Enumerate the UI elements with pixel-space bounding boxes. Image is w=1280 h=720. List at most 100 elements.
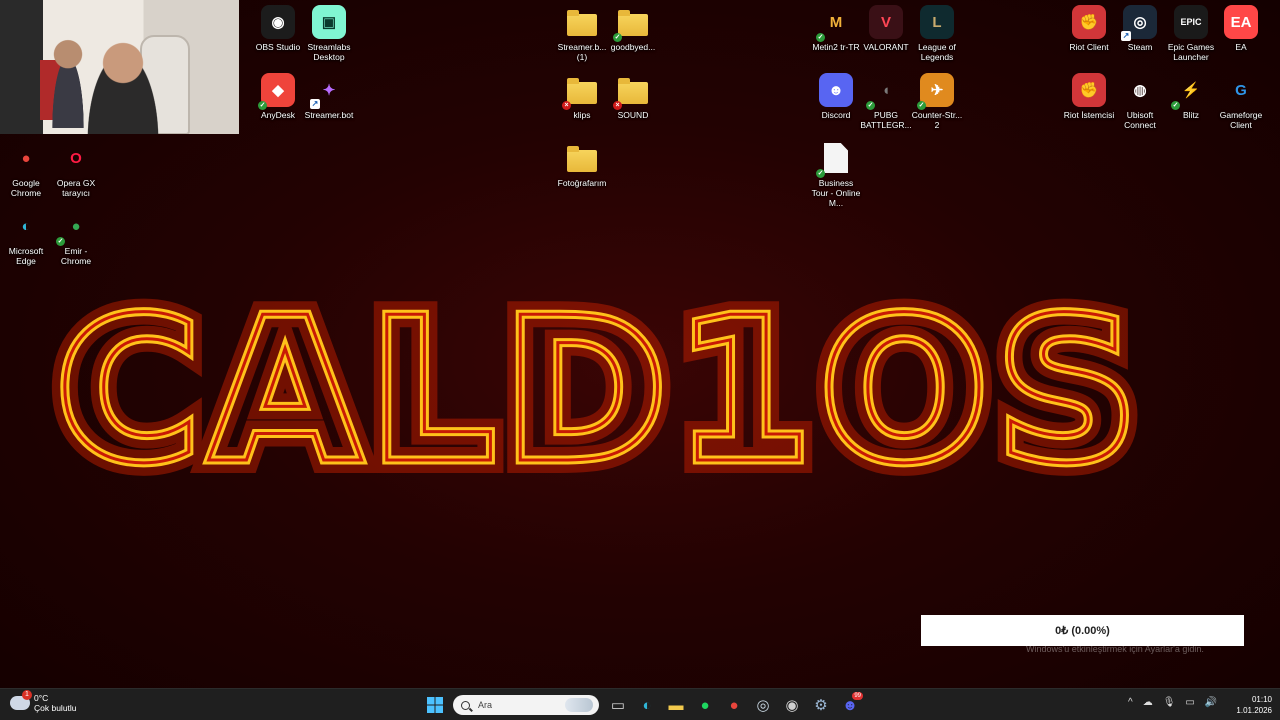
desktop-icon-operagx[interactable]: O Opera GX tarayıcı bbox=[50, 141, 102, 199]
desktop-icon-label: Emir - Chrome bbox=[60, 246, 92, 266]
taskbar-edge-button[interactable]: ◐ bbox=[636, 694, 658, 716]
obs-icon: ◉ bbox=[785, 697, 799, 714]
desktop-icon-label: Business Tour - Online M... bbox=[811, 178, 861, 208]
desktop-icon-steam[interactable]: ◎Steam bbox=[1114, 5, 1166, 52]
windows-logo-icon bbox=[427, 697, 443, 713]
sync-ok-icon: ✓ bbox=[816, 33, 825, 42]
desktop-icon-label: Microsoft Edge bbox=[8, 246, 44, 266]
taskbar-file-explorer-button[interactable]: ▬ bbox=[665, 694, 687, 716]
weather-condition: Çok bulutlu bbox=[34, 703, 77, 713]
desktop-icon-discord[interactable]: ☻ Discord bbox=[810, 73, 862, 120]
desktop-icon-goodbyed[interactable]: ✓ goodbyed... bbox=[607, 5, 659, 52]
desktop-icon-label: Discord bbox=[821, 110, 851, 120]
desktop-icon-metin2[interactable]: M ✓ Metin2 tr-TR bbox=[810, 5, 862, 53]
edge-icon: ◐ bbox=[642, 696, 652, 714]
desktop-icon-pubg[interactable]: ◖ ✓ PUBG BATTLEGR... bbox=[860, 73, 912, 131]
desktop-icon-label: Ubisoft Connect bbox=[1124, 110, 1156, 130]
weather-temp: 0°C bbox=[34, 693, 49, 703]
desktop-icon-label: Counter-Str... 2 bbox=[911, 110, 963, 130]
sync-error-icon: × bbox=[562, 101, 571, 110]
desktop-icon-fotograflarim[interactable]: Fotoğrafarım bbox=[556, 141, 608, 188]
desktop-icon-riot-client[interactable]: ✊ Riot Client bbox=[1063, 5, 1115, 52]
desktop-icon-lol[interactable]: L League of Legends bbox=[911, 5, 963, 62]
desktop-icon-business-tour[interactable]: ✓ Business Tour - Online M... bbox=[810, 141, 862, 208]
taskbar-discord-button[interactable]: ☻ 99 bbox=[839, 692, 863, 716]
taskbar-spotify-button[interactable]: ● bbox=[694, 694, 716, 716]
folder-icon: × bbox=[613, 73, 650, 110]
desktop-icon-chrome[interactable]: ● Google Chrome bbox=[0, 141, 52, 199]
ea-icon: EA bbox=[1224, 5, 1258, 39]
taskbar-obs-button[interactable]: ◉ bbox=[781, 694, 803, 716]
taskbar: 1 0°C Çok bulutlu Ara ▭ ◐ ▬ ● ● ◎ ◉ ⚙ ☻ 99 ^ ☁ 🎙 ▭ 🔊 … bbox=[0, 688, 1280, 720]
windows-activation-watermark: Windows'u etkinleştirmek için Ayarlar'a … bbox=[1026, 644, 1204, 654]
desktop-icon-label: SOUND bbox=[617, 110, 649, 120]
riot-istemcisi-icon: ✊ bbox=[1072, 73, 1106, 107]
desktop-icon-label: Metin2 tr-TR bbox=[812, 42, 860, 52]
taskbar-steam-button[interactable]: ◎ bbox=[752, 694, 774, 716]
svg-text:CALD1OS: CALD1OS bbox=[55, 275, 1145, 508]
desktop-icon-sound[interactable]: × SOUND bbox=[607, 73, 659, 120]
blitz-icon: ⚡ ✓ bbox=[1171, 82, 1201, 110]
desktop-icon-cs2[interactable]: ✈ ✓ Counter-Str... 2 bbox=[911, 73, 963, 130]
desktop-icon-streamlabs[interactable]: ▣ Streamlabs Desktop bbox=[303, 5, 355, 62]
desktop-icon-label: Riot İstemcisi bbox=[1063, 110, 1115, 120]
desktop-icon-ea[interactable]: EA EA bbox=[1215, 5, 1267, 52]
desktop-icon-label: AnyDesk bbox=[260, 110, 295, 120]
desktop-icon-valorant[interactable]: V VALORANT bbox=[860, 5, 912, 52]
taskbar-settings-gear-button[interactable]: ⚙ bbox=[810, 694, 832, 716]
volume-icon[interactable]: 🔊 bbox=[1205, 697, 1217, 708]
search-icon bbox=[461, 700, 470, 710]
lol-icon: L bbox=[920, 5, 954, 39]
steam-icon: ◎ bbox=[1121, 5, 1157, 41]
display-icon[interactable]: ▭ bbox=[1185, 697, 1194, 708]
weather-widget[interactable]: 1 0°C Çok bulutlu bbox=[10, 690, 77, 713]
desktop-icon-label: OBS Studio bbox=[255, 42, 301, 52]
search-box[interactable]: Ara bbox=[453, 695, 599, 715]
sync-ok-icon: ✓ bbox=[866, 101, 875, 110]
desktop-icon-riot-istemcisi[interactable]: ✊ Riot İstemcisi bbox=[1063, 73, 1115, 120]
taskbar-task-view-button[interactable]: ▭ bbox=[607, 694, 629, 716]
desktop-icon-klips[interactable]: × klips bbox=[556, 73, 608, 120]
notification-badge: 1 bbox=[22, 690, 32, 700]
desktop-icon-streamerbot[interactable]: ✦Streamer.bot bbox=[303, 73, 355, 120]
settings-gear-icon: ⚙ bbox=[814, 697, 828, 714]
anydesk-icon: ◆ ✓ bbox=[258, 73, 295, 110]
microphone-icon[interactable]: 🎙 bbox=[1163, 697, 1176, 708]
desktop-icon-label: Blitz bbox=[1182, 110, 1200, 120]
desktop-icon-label: Streamlabs Desktop bbox=[307, 42, 351, 62]
steam-icon: ◎ bbox=[756, 697, 770, 714]
desktop-icon-label: VALORANT bbox=[863, 42, 909, 52]
desktop-icon-label: Opera GX tarayıcı bbox=[56, 178, 96, 198]
sync-ok-icon: ✓ bbox=[613, 33, 622, 42]
desktop-icon-edge[interactable]: ◐ Microsoft Edge bbox=[0, 209, 52, 267]
onedrive-cloud-icon[interactable]: ☁ bbox=[1143, 697, 1153, 708]
file-explorer-icon: ▬ bbox=[668, 696, 684, 714]
desktop-icon-anydesk[interactable]: ◆ ✓ AnyDesk bbox=[252, 73, 304, 120]
emir-chrome-icon: ● ✓ bbox=[56, 217, 81, 246]
desktop-icon-label: League of Legends bbox=[918, 42, 956, 62]
chrome-icon: ● bbox=[21, 149, 31, 167]
desktop-icon-emir-chrome[interactable]: ● ✓ Emir - Chrome bbox=[50, 209, 102, 266]
taskbar-chrome-button[interactable]: ● bbox=[723, 694, 745, 716]
gameforge-icon: G bbox=[1235, 81, 1247, 99]
donation-goal-bar: 0₺ (0.00%) bbox=[921, 615, 1244, 646]
discord-icon: ☻ bbox=[819, 73, 853, 107]
sync-ok-icon: ✓ bbox=[816, 169, 825, 178]
valorant-icon: V bbox=[869, 5, 903, 39]
desktop-icon-gameforge[interactable]: G Gameforge Client bbox=[1215, 73, 1267, 131]
desktop-icon-streamer-folder[interactable]: Streamer.b... (1) bbox=[556, 5, 608, 62]
desktop-icon-label: Riot Client bbox=[1069, 42, 1109, 52]
desktop-icon-ubisoft[interactable]: ◍ Ubisoft Connect bbox=[1114, 73, 1166, 130]
wallpaper-logo: CALD1OS CALD1OS CALD1OS bbox=[42, 262, 1152, 521]
sync-ok-icon: ✓ bbox=[56, 237, 65, 246]
start-button[interactable] bbox=[424, 694, 446, 716]
desktop-icon-epic[interactable]: EPIC Epic Games Launcher bbox=[1165, 5, 1217, 62]
show-hidden-icons-chevron[interactable]: ^ bbox=[1128, 697, 1133, 708]
desktop-icon-label: Google Chrome bbox=[10, 178, 42, 198]
clock[interactable]: 01:10 1.01.2026 bbox=[1230, 694, 1272, 716]
desktop-icon-blitz[interactable]: ⚡ ✓ Blitz bbox=[1165, 73, 1217, 120]
folder-icon bbox=[565, 141, 599, 175]
desktop-icon-obs[interactable]: ◉ OBS Studio bbox=[252, 5, 304, 52]
ubisoft-icon: ◍ bbox=[1133, 82, 1147, 99]
desktop-icon-label: Streamer.bot bbox=[304, 110, 354, 120]
